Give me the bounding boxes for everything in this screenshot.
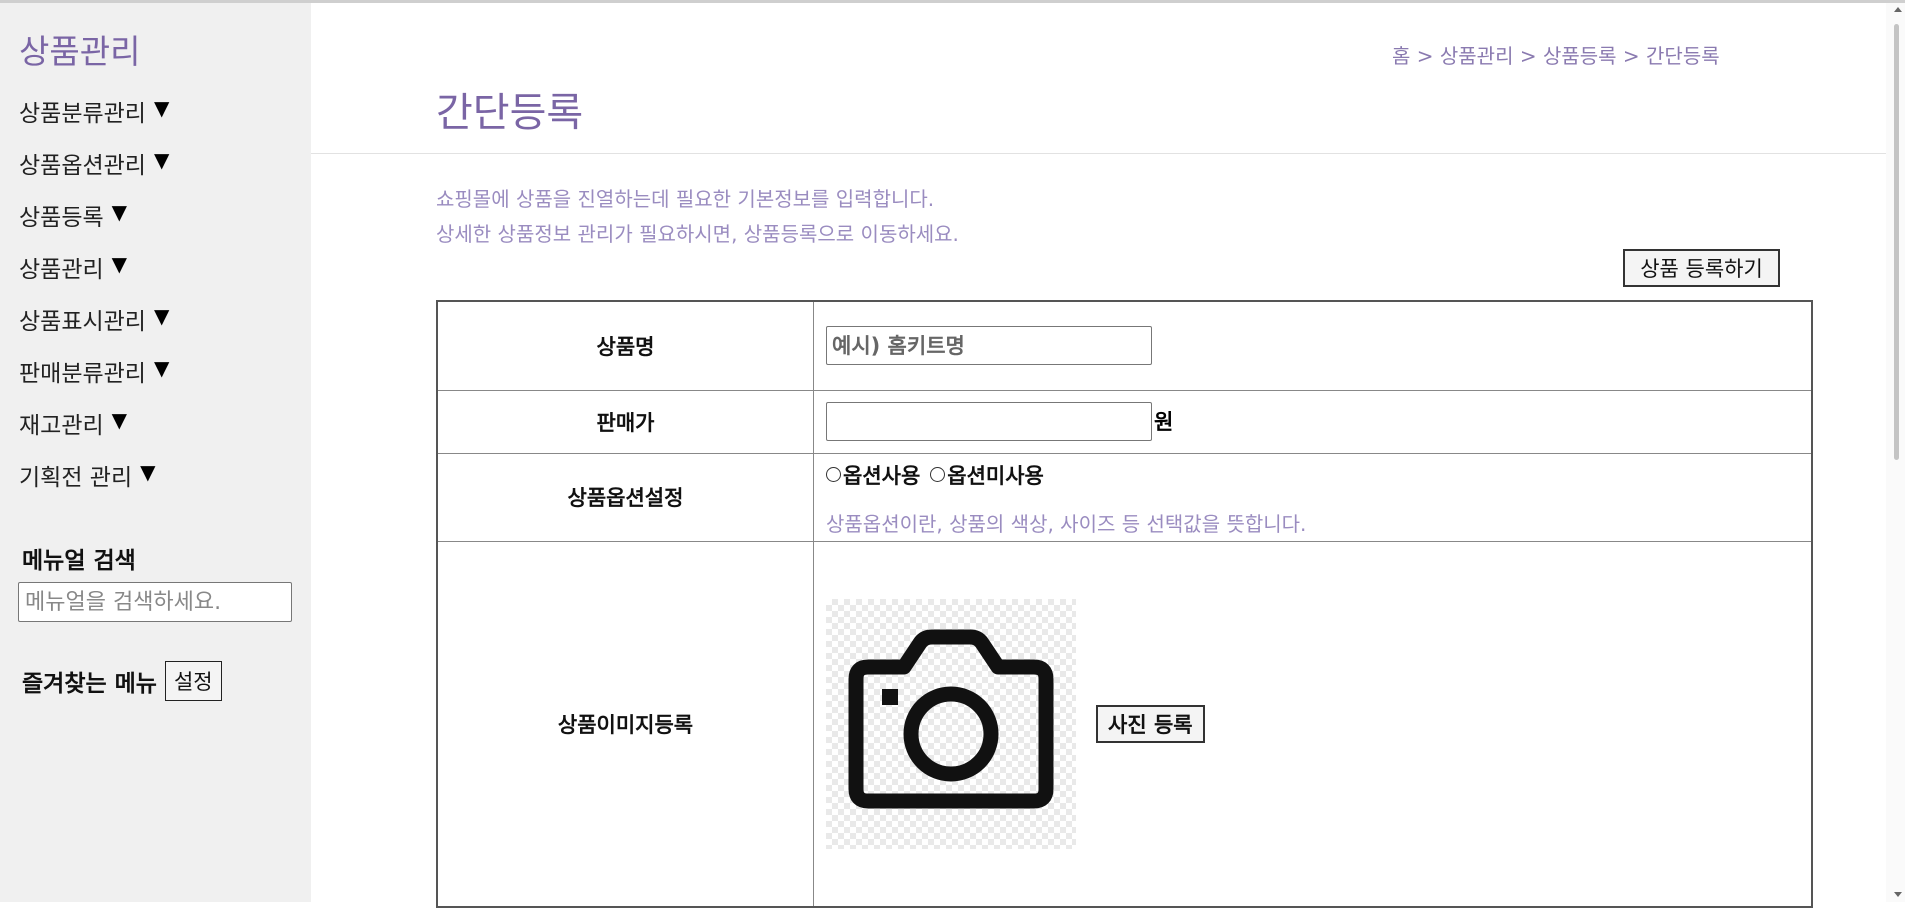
sidebar-item-label: 상품분류관리 — [19, 101, 146, 127]
sidebar-item-manage[interactable]: 상품관리 ▼ — [19, 250, 169, 302]
form-row-product-name: 상품명 — [436, 300, 1813, 391]
sidebar-item-label: 재고관리 — [19, 413, 104, 439]
scrollbar-thumb[interactable] — [1894, 24, 1899, 460]
form-row-option-setting: 상품옵션설정 옵션사용 옵션미사용 상품옵션이란, 상품의 색상, 사이즈 등 … — [436, 452, 1813, 542]
sidebar-title: 상품관리 — [19, 32, 141, 71]
photo-register-button[interactable]: 사진 등록 — [1096, 704, 1205, 743]
photo-upload-area: 사진 등록 — [826, 598, 1811, 849]
dropdown-arrow-icon: ▼ — [111, 200, 128, 224]
sidebar-item-register[interactable]: 상품등록 ▼ — [19, 198, 169, 250]
product-name-label: 상품명 — [436, 300, 814, 391]
sidebar-item-inventory[interactable]: 재고관리 ▼ — [19, 406, 169, 458]
description-line: 쇼핑몰에 상품을 진열하는데 필요한 기본정보를 입력합니다. — [436, 187, 935, 211]
dropdown-arrow-icon: ▼ — [153, 96, 170, 120]
manual-search-input[interactable] — [18, 582, 292, 622]
product-form-table: 상품명 판매가 원 상품옵션설정 옵션사용 옵션미사용 상품옵션이란, 상품의 … — [436, 300, 1813, 908]
form-row-price: 판매가 원 — [436, 389, 1813, 454]
image-label: 상품이미지등록 — [436, 540, 814, 908]
sidebar-item-label: 상품등록 — [19, 205, 104, 231]
option-help-text: 상품옵션이란, 상품의 색상, 사이즈 등 선택값을 뜻합니다. — [826, 511, 1307, 536]
breadcrumb: 홈 > 상품관리 > 상품등록 > 간단등록 — [1392, 44, 1720, 68]
favorites-settings-button[interactable]: 설정 — [164, 661, 222, 701]
price-input[interactable] — [826, 402, 1152, 441]
scroll-down-arrow-icon[interactable] — [1894, 892, 1902, 897]
product-name-input[interactable] — [826, 326, 1152, 366]
radio-option-use-label[interactable]: 옵션사용 — [843, 460, 920, 490]
sidebar-item-sales-category[interactable]: 판매분류관리 ▼ — [19, 354, 169, 406]
sidebar-item-label: 상품표시관리 — [19, 309, 146, 335]
scroll-up-arrow-icon[interactable] — [1894, 7, 1902, 12]
dropdown-arrow-icon: ▼ — [153, 356, 170, 380]
register-product-button[interactable]: 상품 등록하기 — [1623, 249, 1780, 287]
manual-search-title: 메뉴얼 검색 — [22, 548, 136, 574]
page-title: 간단등록 — [436, 90, 584, 136]
product-name-cell — [813, 300, 1813, 391]
dropdown-arrow-icon: ▼ — [140, 460, 156, 484]
sidebar-nav: 상품분류관리 ▼ 상품옵션관리 ▼ 상품등록 ▼ 상품관리 ▼ 상품표시관리 ▼… — [19, 94, 169, 510]
dropdown-arrow-icon: ▼ — [153, 148, 170, 172]
option-setting-cell: 옵션사용 옵션미사용 상품옵션이란, 상품의 색상, 사이즈 등 선택값을 뜻합… — [813, 452, 1813, 542]
photo-preview — [826, 598, 1076, 849]
favorites-label: 즐겨찾는 메뉴 — [22, 671, 157, 697]
price-label: 판매가 — [436, 389, 814, 454]
header-divider — [311, 153, 1905, 154]
radio-option-no-use-label[interactable]: 옵션미사용 — [947, 460, 1044, 490]
dropdown-arrow-icon: ▼ — [111, 252, 128, 276]
radio-option-no-use[interactable] — [930, 467, 946, 482]
form-row-image: 상품이미지등록 사진 등록 — [436, 540, 1813, 908]
sidebar-item-label: 상품옵션관리 — [19, 153, 146, 179]
sidebar-item-option[interactable]: 상품옵션관리 ▼ — [19, 146, 169, 198]
description-line: 상세한 상품정보 관리가 필요하시면, 상품등록으로 이동하세요. — [436, 222, 959, 246]
radio-option-use[interactable] — [826, 467, 841, 482]
sidebar-item-label: 상품관리 — [19, 257, 104, 283]
option-radio-group: 옵션사용 옵션미사용 — [826, 460, 1811, 490]
price-cell: 원 — [813, 389, 1813, 454]
sidebar-item-category[interactable]: 상품분류관리 ▼ — [19, 94, 169, 146]
sidebar-item-display[interactable]: 상품표시관리 ▼ — [19, 302, 169, 354]
sidebar-item-exhibition[interactable]: 기획전 관리 ▼ — [19, 458, 169, 510]
sidebar-item-label: 판매분류관리 — [19, 361, 146, 387]
page-description: 쇼핑몰에 상품을 진열하는데 필요한 기본정보를 입력합니다. 상세한 상품정보… — [436, 182, 959, 252]
sidebar-item-label: 기획전 관리 — [19, 465, 133, 491]
price-unit: 원 — [1154, 409, 1174, 434]
sidebar: 상품관리 상품분류관리 ▼ 상품옵션관리 ▼ 상품등록 ▼ 상품관리 ▼ 상품표… — [0, 3, 311, 902]
option-setting-label: 상품옵션설정 — [436, 452, 814, 542]
favorites-row: 즐겨찾는 메뉴 설정 — [22, 661, 222, 701]
image-cell: 사진 등록 — [813, 540, 1813, 908]
dropdown-arrow-icon: ▼ — [111, 408, 128, 432]
dropdown-arrow-icon: ▼ — [153, 304, 170, 328]
camera-icon — [848, 629, 1054, 809]
